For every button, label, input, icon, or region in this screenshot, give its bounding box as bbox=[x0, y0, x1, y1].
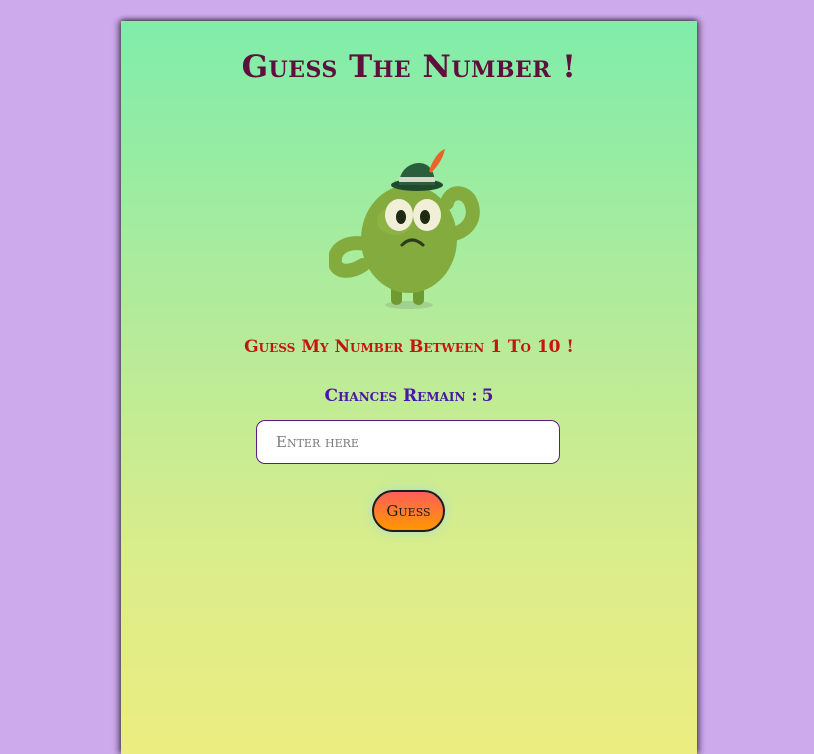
chances-label: Chances Remain : bbox=[324, 386, 478, 406]
page-title: Guess The Number ! bbox=[241, 49, 577, 85]
game-card: Guess The Number ! Guess My Number Betwe… bbox=[121, 21, 697, 754]
chances-status: Chances Remain :5 bbox=[121, 386, 697, 406]
chances-count: 5 bbox=[481, 386, 494, 406]
confused-mascot-icon bbox=[329, 149, 480, 309]
guess-input[interactable] bbox=[256, 420, 560, 464]
range-prompt: Guess My Number Between 1 To 10 ! bbox=[244, 337, 574, 357]
guess-button[interactable]: Guess bbox=[372, 490, 445, 532]
